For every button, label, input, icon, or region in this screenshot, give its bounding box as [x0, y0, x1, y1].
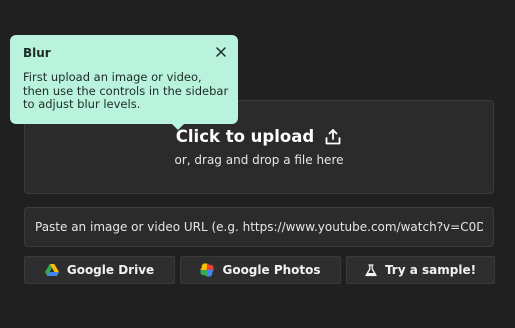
upload-line[interactable]: Click to upload: [25, 127, 493, 146]
url-input[interactable]: [35, 220, 483, 234]
url-input-container[interactable]: [24, 207, 494, 247]
tooltip-title: Blur: [23, 46, 51, 60]
upload-title[interactable]: Click to upload: [176, 127, 314, 146]
google-drive-icon: [44, 264, 59, 276]
google-photos-label: Google Photos: [222, 263, 321, 277]
try-sample-button[interactable]: Try a sample!: [346, 256, 495, 284]
google-photos-button[interactable]: Google Photos: [180, 256, 341, 284]
close-icon[interactable]: [214, 44, 228, 58]
upload-icon: [324, 128, 342, 146]
tooltip-body: First upload an image or video, then use…: [23, 70, 229, 111]
blur-tooltip: Blur First upload an image or video, the…: [10, 35, 238, 130]
google-drive-button[interactable]: Google Drive: [24, 256, 175, 284]
google-drive-label: Google Drive: [66, 263, 155, 277]
try-sample-label: Try a sample!: [384, 263, 477, 277]
upload-subtitle: or, drag and drop a file here: [174, 153, 344, 167]
flask-icon: [365, 263, 377, 277]
google-photos-icon: [200, 263, 214, 277]
